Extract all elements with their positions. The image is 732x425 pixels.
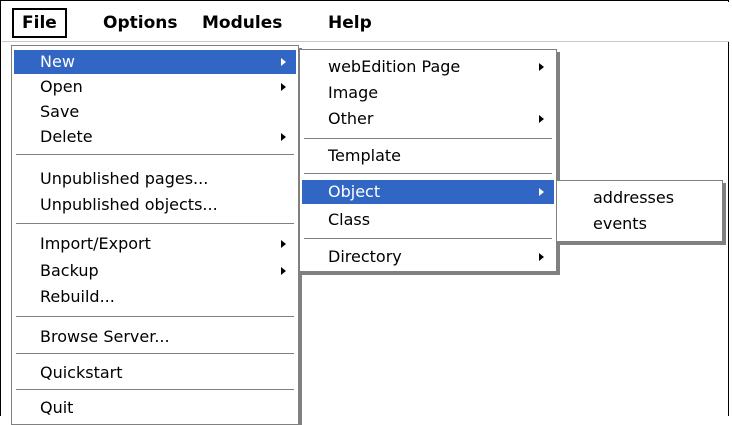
menu-item-unpublished-objects[interactable]: Unpublished objects... bbox=[14, 193, 296, 217]
submenu-arrow-icon bbox=[539, 253, 544, 261]
menu-item-webedition-page-label: webEdition Page bbox=[328, 57, 461, 76]
submenu-arrow-icon bbox=[281, 267, 286, 275]
menu-item-addresses[interactable]: addresses bbox=[559, 186, 720, 210]
menu-separator bbox=[16, 223, 294, 225]
menu-item-unpublished-pages[interactable]: Unpublished pages... bbox=[14, 167, 296, 191]
menu-item-backup[interactable]: Backup bbox=[14, 259, 296, 283]
menu-item-template[interactable]: Template bbox=[302, 144, 554, 168]
menu-modules[interactable]: Modules bbox=[194, 8, 290, 38]
menu-item-open-label: Open bbox=[40, 77, 83, 96]
menu-item-events[interactable]: events bbox=[559, 212, 720, 236]
menu-separator bbox=[304, 138, 552, 140]
menu-file[interactable]: File bbox=[12, 8, 67, 38]
menu-help[interactable]: Help bbox=[320, 8, 380, 38]
menu-item-browse-server[interactable]: Browse Server... bbox=[14, 325, 296, 349]
menu-separator bbox=[304, 173, 552, 175]
submenu-arrow-icon bbox=[539, 188, 544, 196]
file-menu: New Open Save Delete Unpublished pages..… bbox=[11, 45, 299, 425]
submenu-arrow-icon bbox=[281, 58, 286, 66]
menu-item-import-export-label: Import/Export bbox=[40, 234, 151, 253]
menu-item-delete[interactable]: Delete bbox=[14, 125, 296, 149]
object-submenu: addresses events bbox=[556, 180, 723, 242]
submenu-arrow-icon bbox=[281, 133, 286, 141]
menu-separator bbox=[16, 154, 294, 156]
submenu-arrow-icon bbox=[539, 63, 544, 71]
menu-item-webedition-page[interactable]: webEdition Page bbox=[302, 55, 554, 79]
menu-item-object-label: Object bbox=[328, 182, 381, 201]
menu-options[interactable]: Options bbox=[95, 8, 185, 38]
menu-item-open[interactable]: Open bbox=[14, 75, 296, 99]
menu-separator bbox=[16, 353, 294, 355]
menu-item-directory-label: Directory bbox=[328, 247, 402, 266]
menu-item-save[interactable]: Save bbox=[14, 100, 296, 124]
menu-item-other[interactable]: Other bbox=[302, 107, 554, 131]
menu-item-directory[interactable]: Directory bbox=[302, 245, 554, 269]
menu-item-backup-label: Backup bbox=[40, 261, 99, 280]
menu-item-quickstart[interactable]: Quickstart bbox=[14, 361, 296, 385]
menu-item-new-label: New bbox=[40, 52, 75, 71]
menu-item-new[interactable]: New bbox=[14, 50, 296, 74]
menu-separator bbox=[304, 238, 552, 240]
menu-item-rebuild[interactable]: Rebuild... bbox=[14, 285, 296, 309]
menu-item-object[interactable]: Object bbox=[302, 180, 554, 204]
menu-bar: File Options Modules Help bbox=[2, 2, 729, 42]
submenu-arrow-icon bbox=[281, 83, 286, 91]
menu-item-quit[interactable]: Quit bbox=[14, 396, 296, 420]
menu-item-class[interactable]: Class bbox=[302, 208, 554, 232]
submenu-arrow-icon bbox=[281, 240, 286, 248]
menu-item-other-label: Other bbox=[328, 109, 374, 128]
menu-separator bbox=[16, 316, 294, 318]
menu-item-image[interactable]: Image bbox=[302, 81, 554, 105]
menu-item-import-export[interactable]: Import/Export bbox=[14, 232, 296, 256]
new-submenu: webEdition Page Image Other Template Obj… bbox=[299, 49, 557, 272]
menu-item-delete-label: Delete bbox=[40, 127, 93, 146]
menu-separator bbox=[16, 389, 294, 391]
submenu-arrow-icon bbox=[539, 115, 544, 123]
